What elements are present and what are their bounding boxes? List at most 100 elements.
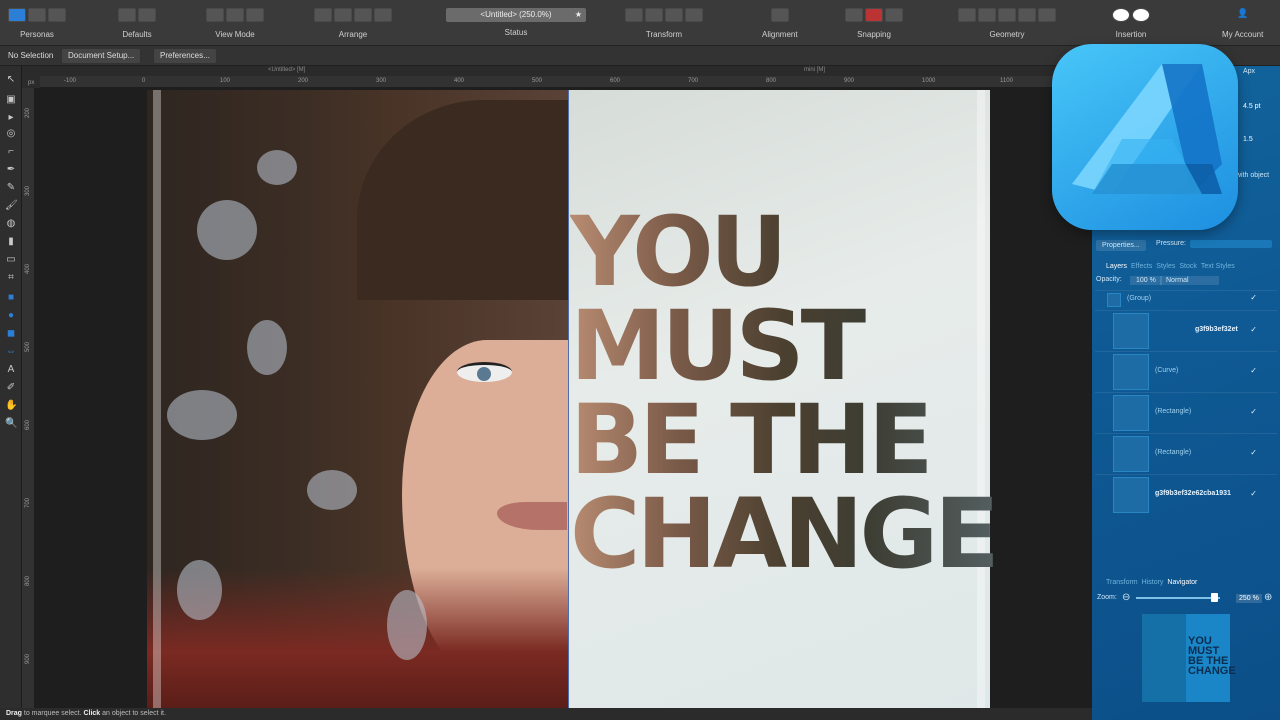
defaults-button-1[interactable]	[118, 8, 136, 22]
arrange-icon-2[interactable]	[334, 8, 352, 22]
insertion-icon-1[interactable]	[1112, 8, 1130, 22]
user-icon[interactable]: 👤	[1234, 8, 1252, 22]
layer-row[interactable]: g3f9b3ef32et ✓	[1095, 310, 1277, 350]
arrange-icon-3[interactable]	[354, 8, 372, 22]
place-image-icon[interactable]: ▭	[5, 254, 17, 266]
geometry-icon-3[interactable]	[998, 8, 1016, 22]
navigator-panel-tab[interactable]: History	[1142, 579, 1164, 586]
layers-tab[interactable]: Styles	[1156, 263, 1175, 270]
hand-tool-icon[interactable]: ✋	[5, 400, 17, 412]
portrait-image[interactable]	[147, 90, 572, 708]
visibility-check-icon[interactable]: ✓	[1250, 366, 1257, 375]
layer-row[interactable]: (Rectangle) ✓	[1095, 433, 1277, 473]
text-tool-icon[interactable]: A	[5, 364, 17, 376]
ratio-value[interactable]: 1.5	[1243, 136, 1253, 143]
document-setup-button[interactable]: Document Setup...	[62, 49, 141, 63]
magnet-icon[interactable]	[885, 8, 903, 22]
visibility-check-icon[interactable]: ✓	[1250, 293, 1257, 302]
pen-tool-icon[interactable]: ✒	[5, 164, 17, 176]
ruler-tick-label: 1000	[922, 78, 936, 84]
transform-icon-2[interactable]	[645, 8, 663, 22]
insertion-group[interactable]: Insertion	[1112, 8, 1150, 39]
blend-mode-select[interactable]: Normal	[1160, 276, 1219, 285]
corner-tool-icon[interactable]: ◎	[5, 128, 17, 140]
snapping-group[interactable]: Snapping	[845, 8, 903, 39]
transform-icon-3[interactable]	[665, 8, 683, 22]
visibility-check-icon[interactable]: ✓	[1250, 407, 1257, 416]
stroke-value[interactable]: 4.5 pt	[1243, 103, 1261, 110]
transform-icon-4[interactable]	[685, 8, 703, 22]
zoom-slider-thumb[interactable]	[1211, 593, 1218, 602]
zoom-tool-icon[interactable]: 🔍	[5, 418, 17, 430]
layers-tab[interactable]: Stock	[1179, 263, 1197, 270]
my-account-group[interactable]: 👤 My Account	[1222, 8, 1263, 39]
view-mode-group[interactable]: View Mode	[206, 8, 264, 39]
geometry-icon-5[interactable]	[1038, 8, 1056, 22]
with-object-label: with object	[1236, 172, 1270, 179]
alignment-group[interactable]: Alignment	[762, 8, 798, 39]
navigator-panel-tab[interactable]: Transform	[1106, 579, 1138, 586]
pixel-persona-icon[interactable]	[28, 8, 46, 22]
geometry-icon-1[interactable]	[958, 8, 976, 22]
pencil-tool-icon[interactable]: ✎	[5, 182, 17, 194]
layer-row[interactable]: g3f9b3ef32e62cba1931 ✓	[1095, 474, 1277, 514]
node-tool-icon[interactable]: ▸	[5, 112, 17, 124]
arrange-icon-1[interactable]	[314, 8, 332, 22]
arrange-icon-4[interactable]	[374, 8, 392, 22]
geometry-group[interactable]: Geometry	[958, 8, 1056, 39]
ellipse-tool-icon[interactable]: ●	[5, 310, 17, 322]
view-mode-icon-3[interactable]	[246, 8, 264, 22]
layer-row[interactable]: (Curve) ✓	[1095, 351, 1277, 391]
status-field[interactable]: <Untitled> (250.0%) ★	[446, 8, 586, 22]
snapping-grid-icon[interactable]	[845, 8, 863, 22]
properties-button[interactable]: Properties...	[1096, 240, 1146, 251]
tab-untitled[interactable]: <Untitled> [M]	[268, 67, 305, 73]
rectangle-tool-icon[interactable]: ■	[5, 292, 17, 304]
brush-tool-icon[interactable]: 🖌	[5, 200, 18, 212]
layers-tab[interactable]: Text Styles	[1201, 263, 1235, 270]
zoom-out-icon[interactable]: ⊖	[1122, 592, 1130, 603]
defaults-group[interactable]: Defaults	[118, 8, 156, 39]
arrange-group[interactable]: Arrange	[314, 8, 392, 39]
personas-label: Personas	[20, 30, 54, 39]
alignment-icon[interactable]	[770, 8, 789, 22]
layer-row[interactable]: (Group) ✓	[1095, 290, 1277, 308]
layer-row[interactable]: (Rectangle) ✓	[1095, 392, 1277, 432]
transform-group[interactable]: Transform	[625, 8, 703, 39]
insertion-icon-2[interactable]	[1132, 8, 1150, 22]
navigator-panel-tab[interactable]: Navigator	[1167, 579, 1197, 586]
color-picker-icon[interactable]: ✐	[5, 382, 17, 394]
view-mode-icon-1[interactable]	[206, 8, 224, 22]
view-mode-icon-2[interactable]	[226, 8, 244, 22]
arrow-tool-icon[interactable]: ⇔	[5, 346, 17, 358]
defaults-button-2[interactable]	[138, 8, 156, 22]
geometry-icon-4[interactable]	[1018, 8, 1036, 22]
navigator-preview[interactable]: YOU MUST BE THE CHANGE	[1142, 614, 1236, 702]
rounded-rect-tool-icon[interactable]: ◼	[5, 328, 17, 340]
move-tool-icon[interactable]: ↖	[5, 74, 17, 86]
geometry-icon-2[interactable]	[978, 8, 996, 22]
zoom-slider[interactable]	[1136, 597, 1220, 599]
export-persona-icon[interactable]	[48, 8, 66, 22]
zoom-in-icon[interactable]: ⊕	[1264, 592, 1272, 603]
transparency-tool-icon[interactable]: ▮	[5, 236, 17, 248]
preferences-button[interactable]: Preferences...	[154, 49, 216, 63]
point-transform-icon[interactable]: ⌐	[5, 146, 17, 158]
transform-icon-1[interactable]	[625, 8, 643, 22]
artboard-tool-icon[interactable]: ▣	[5, 94, 17, 106]
headline-text[interactable]: YOU MUST BE THE CHANGE	[570, 205, 996, 581]
visibility-check-icon[interactable]: ✓	[1250, 489, 1257, 498]
opacity-field[interactable]: 100 %	[1130, 276, 1162, 285]
layers-tab[interactable]: Layers	[1106, 263, 1127, 270]
tab-mini[interactable]: mini [M]	[804, 67, 825, 73]
layers-tab[interactable]: Effects	[1131, 263, 1152, 270]
crop-tool-icon[interactable]: ⌗	[5, 272, 17, 284]
snapping-toggle-icon[interactable]	[865, 8, 883, 22]
visibility-check-icon[interactable]: ✓	[1250, 325, 1257, 334]
pressure-slider[interactable]	[1190, 240, 1272, 248]
personas-group[interactable]: Personas	[8, 8, 66, 39]
fill-tool-icon[interactable]: ◍	[5, 218, 17, 230]
zoom-value[interactable]: 250 %	[1236, 594, 1262, 603]
visibility-check-icon[interactable]: ✓	[1250, 448, 1257, 457]
designer-persona-icon[interactable]	[8, 8, 26, 22]
